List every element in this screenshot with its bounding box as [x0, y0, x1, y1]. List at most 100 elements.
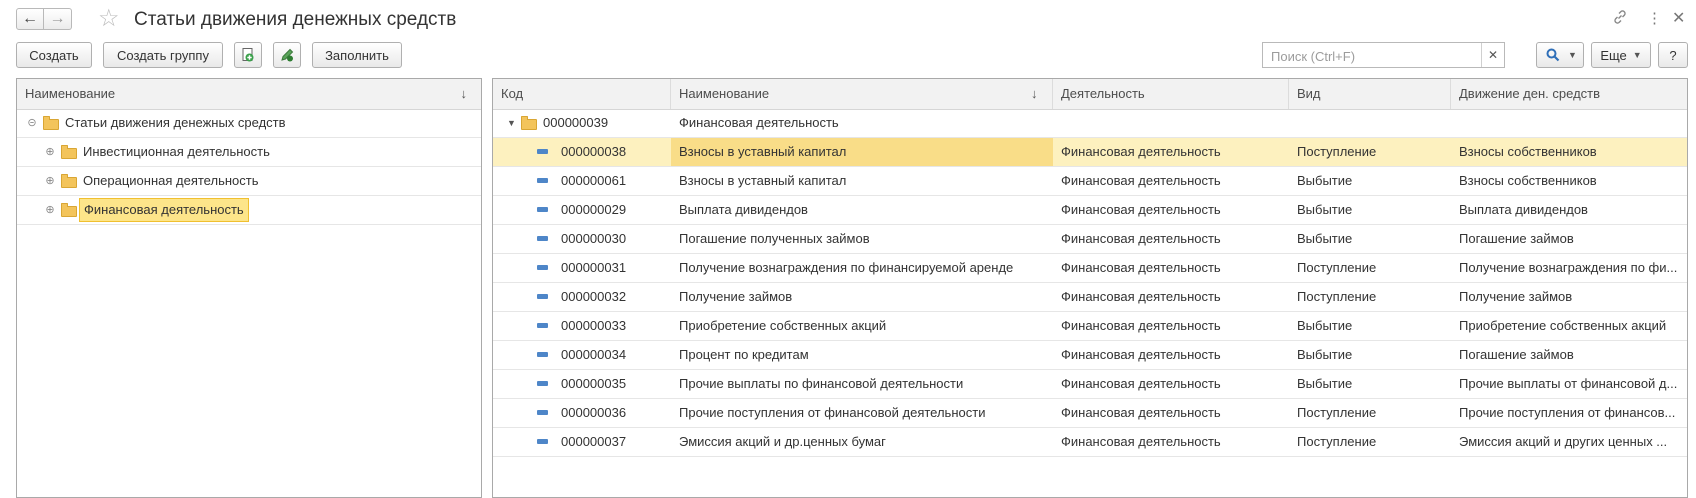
cell-movement: Погашение займов [1459, 347, 1574, 362]
cell-kind: Выбытие [1297, 173, 1353, 188]
clear-search-icon[interactable]: ✕ [1481, 43, 1504, 67]
cell-movement: Выплата дивидендов [1459, 202, 1588, 217]
table-row[interactable]: 000000034 Процент по кредитам Финансовая д… [493, 341, 1687, 370]
expand-icon[interactable]: ⊕ [45, 147, 55, 158]
table-row[interactable]: 000000038 Взносы в уставный капитал Финанс… [493, 138, 1687, 167]
cell-kind: Поступление [1297, 144, 1377, 159]
column-code[interactable]: Код [493, 79, 671, 109]
more-vertical-icon[interactable]: ⋮ [1647, 9, 1662, 29]
help-button[interactable]: ? [1658, 42, 1688, 68]
column-name-label: Наименование [679, 86, 770, 101]
cell-activity: Финансовая деятельность [1061, 231, 1221, 246]
column-name[interactable]: Наименование [671, 79, 1053, 109]
cell-code: 000000038 [561, 144, 627, 159]
cell-code: 000000035 [561, 376, 627, 391]
table-header: Код Наименование ↓ Деятельность Вид Движ… [493, 79, 1687, 110]
forward-button[interactable]: → [44, 8, 72, 30]
cell-code: 000000061 [561, 173, 627, 188]
tree-node-root[interactable]: ⊝ Статьи движения денежных средств [17, 109, 481, 138]
table-row[interactable]: 000000032 Получение займов Финансовая деят… [493, 283, 1687, 312]
tree-node-label: Инвестиционная деятельность [83, 144, 270, 159]
link-icon[interactable] [1612, 9, 1628, 31]
expand-icon[interactable]: ⊕ [45, 176, 55, 187]
more-actions-label: Еще [1600, 47, 1627, 63]
star-icon[interactable]: ☆ [98, 5, 120, 33]
tree-column-name[interactable]: Наименование [17, 79, 481, 109]
group-name: Финансовая деятельность [679, 115, 839, 130]
pencil-icon [281, 48, 294, 62]
cell-activity: Финансовая деятельность [1061, 434, 1221, 449]
expand-icon[interactable]: ⊕ [45, 205, 55, 216]
table-row[interactable]: 000000061 Взносы в уставный капитал Финанс… [493, 167, 1687, 196]
cell-name: Процент по кредитам [679, 347, 809, 362]
cell-code: 000000037 [561, 434, 627, 449]
arrow-right-icon: → [49, 10, 66, 27]
sort-arrow-icon: ↓ [460, 86, 468, 101]
cell-name: Эмиссия акций и др.ценных бумаг [679, 434, 886, 449]
cell-code: 000000029 [561, 202, 627, 217]
cell-code: 000000030 [561, 231, 627, 246]
table-group-row[interactable]: ▼ 000000039 Финансовая деятельность [493, 109, 1687, 138]
column-activity[interactable]: Деятельность [1053, 79, 1289, 109]
item-icon [537, 149, 548, 154]
cell-kind: Выбытие [1297, 376, 1353, 391]
table-row[interactable]: 000000035 Прочие выплаты по финансовой де… [493, 370, 1687, 399]
cell-name: Взносы в уставный капитал [679, 173, 847, 188]
search-input[interactable] [1269, 44, 1493, 68]
table-row[interactable]: 000000031 Получение вознаграждения по фин… [493, 254, 1687, 283]
search-box[interactable]: ✕ [1262, 42, 1505, 68]
item-icon [537, 178, 548, 183]
cell-activity: Финансовая деятельность [1061, 202, 1221, 217]
cell-movement: Прочие поступления от финансов... [1459, 405, 1676, 420]
cell-name: Взносы в уставный капитал [671, 138, 1053, 166]
collapse-icon[interactable]: ⊝ [27, 118, 37, 129]
search-options-button[interactable]: ▼ [1536, 42, 1584, 68]
cell-movement: Погашение займов [1459, 231, 1574, 246]
create-group-button[interactable]: Создать группу [103, 42, 223, 68]
cell-code: 000000034 [561, 347, 627, 362]
column-movement[interactable]: Движение ден. средств [1451, 79, 1687, 109]
arrow-left-icon: ← [22, 10, 38, 27]
more-actions-button[interactable]: Еще ▼ [1591, 42, 1651, 68]
cell-code: 000000032 [561, 289, 627, 304]
table-row[interactable]: 000000029 Выплата дивидендов Финансовая де… [493, 196, 1687, 225]
item-icon [537, 352, 548, 357]
table-row[interactable]: 000000033 Приобретение собственных акций Ф… [493, 312, 1687, 341]
tree-node-label-selected: Финансовая деятельность [79, 198, 249, 222]
tree-node-label: Операционная деятельность [83, 173, 259, 188]
cell-name: Прочие поступления от финансовой деятель… [679, 405, 986, 420]
item-icon [537, 381, 548, 386]
column-kind[interactable]: Вид [1289, 79, 1451, 109]
item-icon [537, 236, 548, 241]
cell-code: 000000031 [561, 260, 627, 275]
cell-kind: Поступление [1297, 260, 1377, 275]
tree-node-investing[interactable]: ⊕ Инвестиционная деятельность [17, 138, 481, 167]
edit-item-button[interactable] [273, 42, 301, 68]
sort-arrow-icon: ↓ [1031, 86, 1038, 101]
cell-activity: Финансовая деятельность [1061, 347, 1221, 362]
cell-activity: Финансовая деятельность [1061, 289, 1221, 304]
cell-activity: Финансовая деятельность [1061, 144, 1221, 159]
item-icon [537, 265, 548, 270]
item-icon [537, 439, 548, 444]
table-row[interactable]: 000000030 Погашение полученных займов Фина… [493, 225, 1687, 254]
cell-kind: Выбытие [1297, 318, 1353, 333]
cell-name: Получение вознаграждения по финансируемо… [679, 260, 1014, 275]
create-button[interactable]: Создать [16, 42, 92, 68]
cell-movement: Прочие выплаты от финансовой д... [1459, 376, 1678, 391]
cell-movement: Приобретение собственных акций [1459, 318, 1667, 333]
copy-item-button[interactable] [234, 42, 262, 68]
table-row[interactable]: 000000036 Прочие поступления от финансово… [493, 399, 1687, 428]
close-icon[interactable]: ✕ [1672, 9, 1685, 29]
cell-activity: Финансовая деятельность [1061, 318, 1221, 333]
chevron-down-icon[interactable]: ▼ [507, 118, 516, 128]
table-row[interactable]: 000000037 Эмиссия акций и др.ценных бумаг… [493, 428, 1687, 457]
tree-node-operating[interactable]: ⊕ Операционная деятельность [17, 167, 481, 196]
fill-button[interactable]: Заполнить [312, 42, 402, 68]
tree-node-financing[interactable]: ⊕ Финансовая деятельность [17, 196, 481, 225]
cell-name: Погашение полученных займов [679, 231, 870, 246]
back-button[interactable]: ← [16, 8, 44, 30]
item-icon [537, 294, 548, 299]
chevron-down-icon: ▼ [1568, 50, 1577, 60]
item-icon [537, 207, 548, 212]
